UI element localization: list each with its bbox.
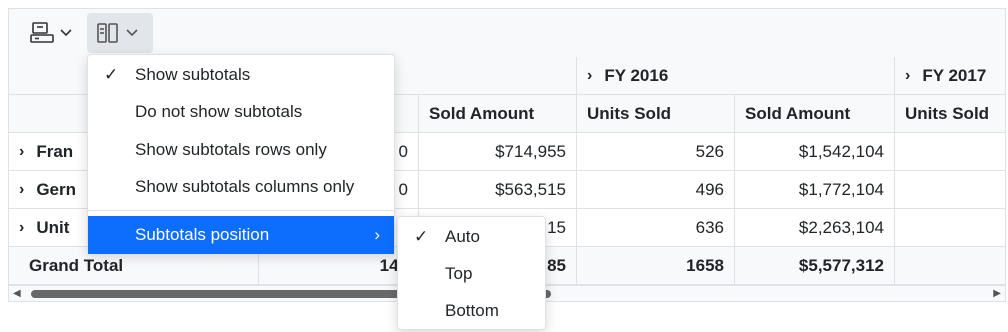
field-list-icon (29, 20, 55, 46)
subtotals-icon (95, 20, 121, 46)
table-cell (895, 171, 1005, 209)
checkmark-icon: ✓ (414, 227, 429, 246)
subtotals-button[interactable] (87, 13, 153, 53)
field-list-button[interactable] (21, 13, 81, 53)
chevron-right-icon: › (587, 66, 593, 84)
table-cell: $1,772,104 (735, 171, 895, 209)
submenu-item-auto[interactable]: ✓ Auto (398, 218, 545, 256)
menu-item-do-not-show-subtotals[interactable]: Do not show subtotals (88, 93, 394, 131)
chevron-down-icon (125, 28, 139, 38)
table-cell (895, 133, 1005, 171)
grand-total-cell: $5,577,312 (735, 247, 895, 285)
submenu-item-top[interactable]: Top (398, 255, 545, 293)
menu-item-show-subtotals-columns-only[interactable]: Show subtotals columns only (88, 168, 394, 206)
menu-item-show-subtotals[interactable]: ✓ Show subtotals (88, 56, 394, 94)
table-cell: $2,263,104 (735, 209, 895, 247)
column-header[interactable]: Sold Amount (735, 95, 895, 133)
checkmark-icon: ✓ (104, 65, 119, 84)
table-cell (895, 209, 1005, 247)
chevron-right-icon: › (374, 225, 380, 244)
table-cell: $563,515 (419, 171, 577, 209)
table-cell: $714,955 (419, 133, 577, 171)
scroll-left-icon[interactable]: ◀ (13, 288, 21, 299)
chevron-right-icon: › (905, 66, 911, 84)
subtotals-position-submenu: ✓ Auto Top Bottom (397, 216, 546, 330)
year-header[interactable]: › FY 2017 (895, 57, 1005, 95)
chevron-right-icon: › (19, 180, 25, 198)
column-header[interactable]: Units Sold (895, 95, 1005, 133)
year-header[interactable]: › FY 2016 (577, 57, 895, 95)
table-cell: $1,542,104 (735, 133, 895, 171)
grand-total-cell: 1 (895, 247, 1005, 285)
menu-item-show-subtotals-rows-only[interactable]: Show subtotals rows only (88, 131, 394, 169)
table-cell: 526 (577, 133, 735, 171)
menu-item-subtotals-position[interactable]: Subtotals position › (88, 216, 394, 254)
submenu-item-bottom[interactable]: Bottom (398, 292, 545, 330)
scroll-right-icon[interactable]: ▶ (993, 288, 1001, 299)
column-header[interactable]: Units Sold (577, 95, 735, 133)
chevron-down-icon (59, 28, 73, 38)
grand-total-cell: 1658 (577, 247, 735, 285)
subtotals-menu: ✓ Show subtotals Do not show subtotals S… (87, 54, 395, 254)
column-header[interactable]: Sold Amount (419, 95, 577, 133)
chevron-right-icon: › (19, 218, 25, 236)
toolbar (9, 9, 1005, 58)
table-cell: 496 (577, 171, 735, 209)
menu-divider (88, 210, 394, 211)
table-cell: 636 (577, 209, 735, 247)
chevron-right-icon: › (19, 142, 25, 160)
